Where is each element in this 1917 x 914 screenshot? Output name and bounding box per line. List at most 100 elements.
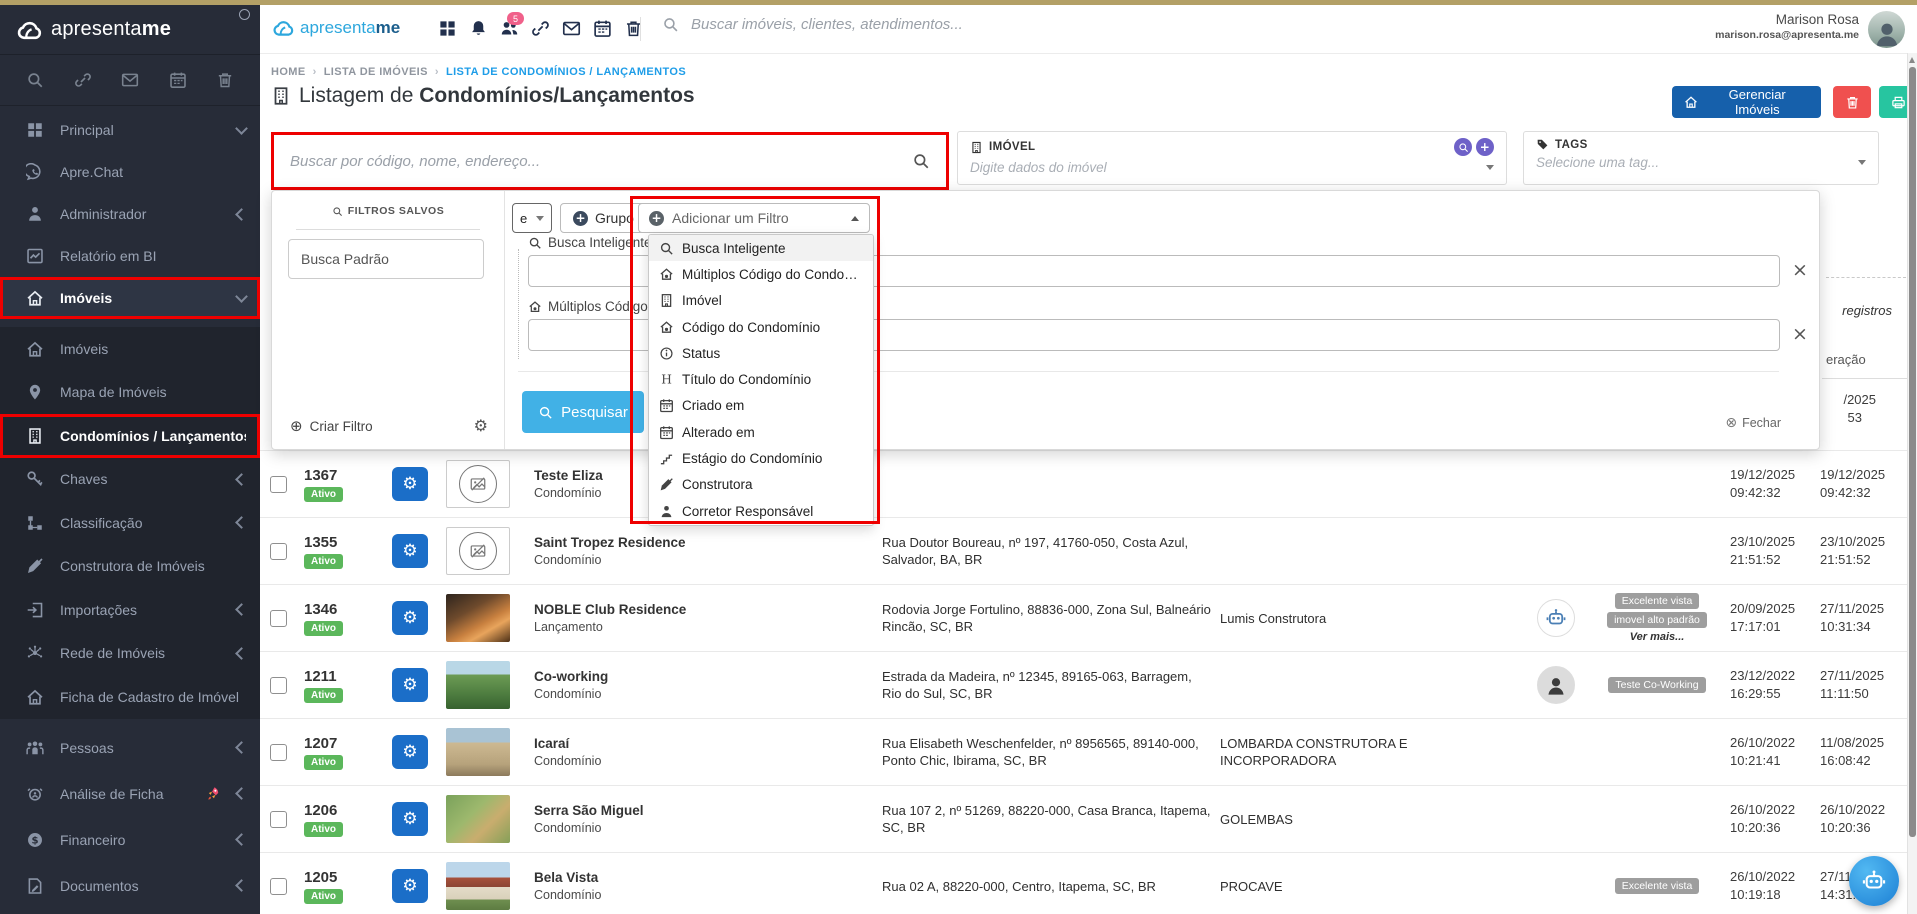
condo-search-input[interactable] (274, 153, 912, 170)
breadcrumb-item[interactable]: LISTA DE IMÓVEIS (324, 66, 428, 78)
filter-option-codigo-do-condominio[interactable]: Código do Condomínio (649, 314, 873, 340)
add-group-button[interactable]: + Grupo (560, 203, 647, 233)
sidebar-logo[interactable]: apresentame (0, 5, 260, 55)
global-search[interactable] (662, 15, 1362, 34)
scroll-up-arrow-icon[interactable] (1909, 57, 1915, 63)
row-settings-button[interactable]: ⚙ (392, 869, 428, 903)
condo-search[interactable] (271, 132, 949, 190)
sidebar-item-relatorio-em-bi[interactable]: Relatório em BI (0, 235, 260, 277)
condo-photo-thumbnail[interactable] (446, 728, 510, 776)
global-search-input[interactable] (689, 15, 1313, 34)
mail-icon[interactable] (121, 71, 139, 89)
no-image-thumbnail[interactable] (446, 460, 510, 508)
row-settings-button[interactable]: ⚙ (392, 735, 428, 769)
user-info[interactable]: Marison Rosa marison.rosa@apresenta.me (1715, 12, 1859, 41)
imovel-select[interactable]: Digite dados do imóvel (970, 160, 1494, 175)
grid-icon[interactable] (438, 19, 457, 38)
sidebar-item-chaves[interactable]: Chaves (0, 458, 260, 502)
page-scrollbar[interactable] (1907, 53, 1917, 914)
link-icon[interactable] (531, 19, 550, 38)
trash-icon[interactable] (216, 71, 234, 89)
filter-option-estagio-do-condominio[interactable]: Estágio do Condomínio (649, 445, 873, 471)
row-settings-button[interactable]: ⚙ (392, 534, 428, 568)
bell-icon[interactable] (469, 19, 488, 38)
row-checkbox[interactable] (270, 476, 287, 493)
sidebar-item-apre-chat[interactable]: Apre.Chat (0, 151, 260, 193)
create-filter-button[interactable]: ⊕ Criar Filtro (290, 417, 373, 435)
table-row[interactable]: 1367Ativo⚙Teste ElizaCondomínio19/12/202… (260, 451, 1909, 518)
row-checkbox[interactable] (270, 878, 287, 895)
clear-filter-icon[interactable]: × (1792, 325, 1808, 344)
robot-avatar[interactable] (1537, 599, 1575, 637)
table-row[interactable]: 1205Ativo⚙Bela VistaCondomínioRua 02 A, … (260, 853, 1909, 914)
sidebar-item-importacoes[interactable]: Importações (0, 588, 260, 632)
row-settings-button[interactable]: ⚙ (392, 601, 428, 635)
users-icon[interactable]: 5 (500, 19, 519, 38)
table-row[interactable]: 1211Ativo⚙Co-workingCondomínioEstrada da… (260, 652, 1909, 719)
breadcrumb-item[interactable]: HOME (271, 66, 306, 78)
sidebar-item-administrador[interactable]: Administrador (0, 193, 260, 235)
filter-option-imovel[interactable]: Imóvel (649, 288, 873, 314)
sidebar-item-rede-de-imoveis[interactable]: Rede de Imóveis (0, 632, 260, 676)
row-settings-button[interactable]: ⚙ (392, 467, 428, 501)
sidebar-item-imoveis[interactable]: Imóveis (0, 327, 260, 371)
sidebar-item-principal[interactable]: Principal (0, 109, 260, 151)
row-settings-button[interactable]: ⚙ (392, 802, 428, 836)
filter-option-criado-em[interactable]: Criado em (649, 393, 873, 419)
saved-filter-busca-padrao[interactable]: Busca Padrão (288, 239, 484, 279)
calendar-icon[interactable] (169, 71, 187, 89)
no-image-thumbnail[interactable] (446, 527, 510, 575)
filter-option-alterado-em[interactable]: Alterado em (649, 419, 873, 445)
chat-assistant-button[interactable] (1849, 856, 1899, 906)
gear-icon[interactable]: ⚙ (474, 416, 488, 435)
scrollbar-thumb[interactable] (1909, 67, 1916, 837)
operator-select[interactable]: e (512, 203, 552, 233)
condo-photo-thumbnail[interactable] (446, 795, 510, 843)
sidebar-item-pessoas[interactable]: Pessoas (0, 725, 260, 771)
filter-option-titulo-do-condominio[interactable]: HTítulo do Condomínio (649, 366, 873, 392)
calendar-icon[interactable] (593, 19, 612, 38)
sidebar-item-construtora-de-imoveis[interactable]: Construtora de Imóveis (0, 545, 260, 589)
pin-sidebar-icon[interactable] (239, 9, 250, 20)
tags-select[interactable]: Selecione uma tag... (1536, 155, 1866, 170)
imovel-search-icon[interactable] (1454, 138, 1472, 156)
sidebar-item-ficha-de-cadastro-de-imovel[interactable]: Ficha de Cadastro de Imóvel (0, 675, 260, 719)
sidebar-item-analise-de-ficha[interactable]: Análise de Ficha (0, 771, 260, 817)
sidebar-item-mapa-de-imoveis[interactable]: Mapa de Imóveis (0, 371, 260, 415)
avatar[interactable] (1868, 11, 1905, 48)
table-row[interactable]: 1355Ativo⚙Saint Tropez ResidenceCondomín… (260, 518, 1909, 585)
gerenciar-imoveis-button[interactable]: Gerenciar Imóveis (1672, 86, 1821, 118)
search-icon[interactable] (912, 152, 930, 170)
table-row[interactable]: 1207Ativo⚙IcaraíCondomínioRua Elisabeth … (260, 719, 1909, 786)
search-icon[interactable] (26, 71, 44, 89)
row-settings-button[interactable]: ⚙ (392, 668, 428, 702)
clear-filter-icon[interactable]: × (1792, 261, 1808, 280)
delete-button[interactable] (1833, 86, 1871, 118)
table-row[interactable]: 1206Ativo⚙Serra São MiguelCondomínioRua … (260, 786, 1909, 853)
sidebar-item-condominios-lancamentos[interactable]: Condomínios / Lançamentos (0, 414, 260, 458)
condo-photo-thumbnail[interactable] (446, 594, 510, 642)
row-checkbox[interactable] (270, 543, 287, 560)
filter-option-multiplos-codigo-do-condomi[interactable]: Múltiplos Código do Condomí... (649, 261, 873, 287)
row-checkbox[interactable] (270, 811, 287, 828)
sidebar-item-financeiro[interactable]: $Financeiro (0, 817, 260, 863)
fechar-button[interactable]: ⊗ Fechar (1725, 415, 1781, 431)
table-row[interactable]: 1346Ativo⚙NOBLE Club ResidenceLançamento… (260, 585, 1909, 652)
topbar-logo[interactable]: apresentame (272, 17, 400, 39)
condo-photo-thumbnail[interactable] (446, 862, 510, 910)
add-filter-button[interactable]: + Adicionar um Filtro (638, 203, 870, 233)
filter-option-corretor-responsavel[interactable]: Corretor Responsável (649, 498, 873, 524)
filter-option-construtora[interactable]: Construtora (649, 472, 873, 498)
mail-icon[interactable] (562, 19, 581, 38)
imovel-add-icon[interactable]: + (1476, 138, 1494, 156)
link-icon[interactable] (74, 71, 92, 89)
filter-option-busca-inteligente[interactable]: Busca Inteligente (649, 235, 873, 261)
ver-mais-link[interactable]: Ver mais... (1630, 631, 1685, 643)
condo-photo-thumbnail[interactable] (446, 661, 510, 709)
row-checkbox[interactable] (270, 677, 287, 694)
sidebar-item-imoveis[interactable]: Imóveis (0, 277, 260, 319)
sidebar-item-classificacao[interactable]: Classificação (0, 501, 260, 545)
broker-avatar[interactable] (1537, 666, 1575, 704)
filter-option-status[interactable]: Status (649, 340, 873, 366)
breadcrumb-item[interactable]: LISTA DE CONDOMÍNIOS / LANÇAMENTOS (446, 66, 686, 78)
